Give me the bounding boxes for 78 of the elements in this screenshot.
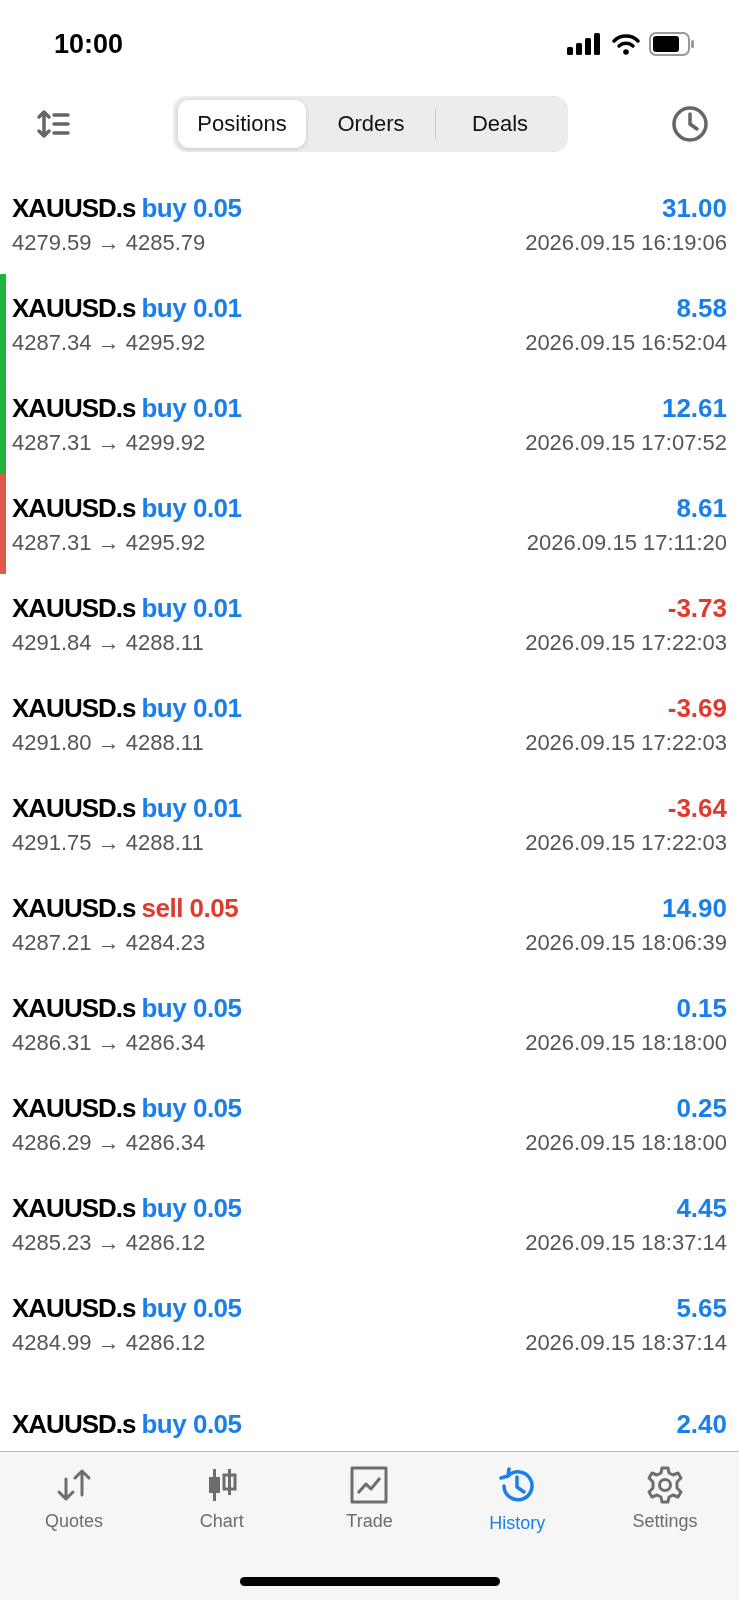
deal-time: 2026.09.15 17:07:52 xyxy=(525,429,727,456)
price-range: 4291.80 → 4288.11 xyxy=(12,729,204,756)
deal-time: 2026.09.15 18:18:00 xyxy=(525,1029,727,1056)
profit-value: 4.45 xyxy=(676,1192,727,1224)
trade-label: buy 0.05 xyxy=(141,1408,242,1440)
segment-tab[interactable]: Deals xyxy=(436,100,564,148)
symbol-label: XAUUSD.s xyxy=(12,692,136,724)
deal-time: 2026.09.15 17:22:03 xyxy=(525,829,727,856)
nav-tab[interactable]: Quotes xyxy=(0,1464,148,1554)
trade-label: buy 0.01 xyxy=(141,392,242,424)
profit-value: 12.61 xyxy=(661,392,727,424)
profit-value: 14.90 xyxy=(661,892,727,924)
nav-tab[interactable]: History xyxy=(443,1464,592,1554)
line-chart-icon xyxy=(349,1465,390,1505)
symbol-label: XAUUSD.s xyxy=(12,392,136,424)
segment-tab[interactable]: Positions xyxy=(178,100,306,148)
symbol-label: XAUUSD.s xyxy=(12,1292,136,1324)
profit-value: -3.69 xyxy=(667,692,727,724)
price-range: 4279.59 → 4285.79 xyxy=(12,229,206,256)
symbol-label: XAUUSD.s xyxy=(12,892,136,924)
trade-label: buy 0.01 xyxy=(141,492,242,524)
nav-tab[interactable]: Chart xyxy=(147,1464,296,1554)
trade-label: buy 0.05 xyxy=(141,1192,242,1224)
price-range: 4287.31 → 4295.92 xyxy=(12,529,206,556)
signal-icon xyxy=(567,33,603,55)
price-range: 4291.75 → 4288.11 xyxy=(12,829,204,856)
trade-label: sell 0.05 xyxy=(141,892,239,924)
price-range: 4287.31 → 4299.92 xyxy=(12,429,206,456)
deal-time: 2026.09.15 16:19:06 xyxy=(525,229,727,256)
price-range: 4284.99 → 4286.12 xyxy=(12,1329,206,1356)
segment-tab[interactable]: Orders xyxy=(307,100,435,148)
trade-label: buy 0.01 xyxy=(141,692,242,724)
wifi-icon xyxy=(611,33,641,55)
symbol-label: XAUUSD.s xyxy=(12,292,136,324)
price-range: 4286.31 → 4286.34 xyxy=(12,1029,206,1056)
deal-time: 2026.09.15 17:22:03 xyxy=(525,629,727,656)
trade-label: buy 0.01 xyxy=(141,292,242,324)
price-range: 4286.29 → 4286.34 xyxy=(12,1129,206,1156)
symbol-label: XAUUSD.s xyxy=(12,792,136,824)
symbol-label: XAUUSD.s xyxy=(12,192,136,224)
status-time: 10:00 xyxy=(54,28,124,60)
battery-icon xyxy=(649,32,695,56)
profit-value: 8.58 xyxy=(676,292,727,324)
clock-icon[interactable] xyxy=(671,105,709,143)
deal-time: 2026.09.15 18:06:39 xyxy=(525,929,727,956)
nav-tab[interactable]: Settings xyxy=(591,1464,739,1554)
profit-value: 0.25 xyxy=(676,1092,727,1124)
profit-value: -3.73 xyxy=(667,592,727,624)
trade-label: buy 0.01 xyxy=(141,592,242,624)
trade-label: buy 0.05 xyxy=(141,192,242,224)
symbol-label: XAUUSD.s xyxy=(12,1092,136,1124)
price-range: 4285.23 → 4286.12 xyxy=(12,1229,206,1256)
trade-label: buy 0.05 xyxy=(141,1292,242,1324)
deal-time: 2026.09.15 18:18:00 xyxy=(525,1129,727,1156)
profit-value: 2.40 xyxy=(676,1408,727,1440)
symbol-label: XAUUSD.s xyxy=(12,992,136,1024)
deal-time: 2026.09.15 18:37:14 xyxy=(525,1329,727,1356)
profit-value: 5.65 xyxy=(676,1292,727,1324)
nav-tab[interactable]: Trade xyxy=(295,1464,444,1554)
profit-value: 8.61 xyxy=(676,492,727,524)
symbol-label: XAUUSD.s xyxy=(12,592,136,624)
trade-label: buy 0.05 xyxy=(141,1092,242,1124)
profit-value: -3.64 xyxy=(667,792,727,824)
symbol-label: XAUUSD.s xyxy=(12,492,136,524)
sort-icon[interactable] xyxy=(36,109,70,139)
price-range: 4291.84 → 4288.11 xyxy=(12,629,204,656)
deal-time: 2026.09.15 17:22:03 xyxy=(525,729,727,756)
price-range: 4287.21 → 4284.23 xyxy=(12,929,206,956)
trade-label: buy 0.05 xyxy=(141,992,242,1024)
profit-value: 0.15 xyxy=(676,992,727,1024)
deal-time: 2026.09.15 16:52:04 xyxy=(525,329,727,356)
profit-value: 31.00 xyxy=(661,192,727,224)
symbol-label: XAUUSD.s xyxy=(12,1408,136,1440)
symbol-label: XAUUSD.s xyxy=(12,1192,136,1224)
price-range: 4287.34 → 4295.92 xyxy=(12,329,206,356)
deal-time: 2026.09.15 17:11:20 xyxy=(526,529,727,556)
trade-label: buy 0.01 xyxy=(141,792,242,824)
deal-time: 2026.09.15 18:37:14 xyxy=(525,1229,727,1256)
